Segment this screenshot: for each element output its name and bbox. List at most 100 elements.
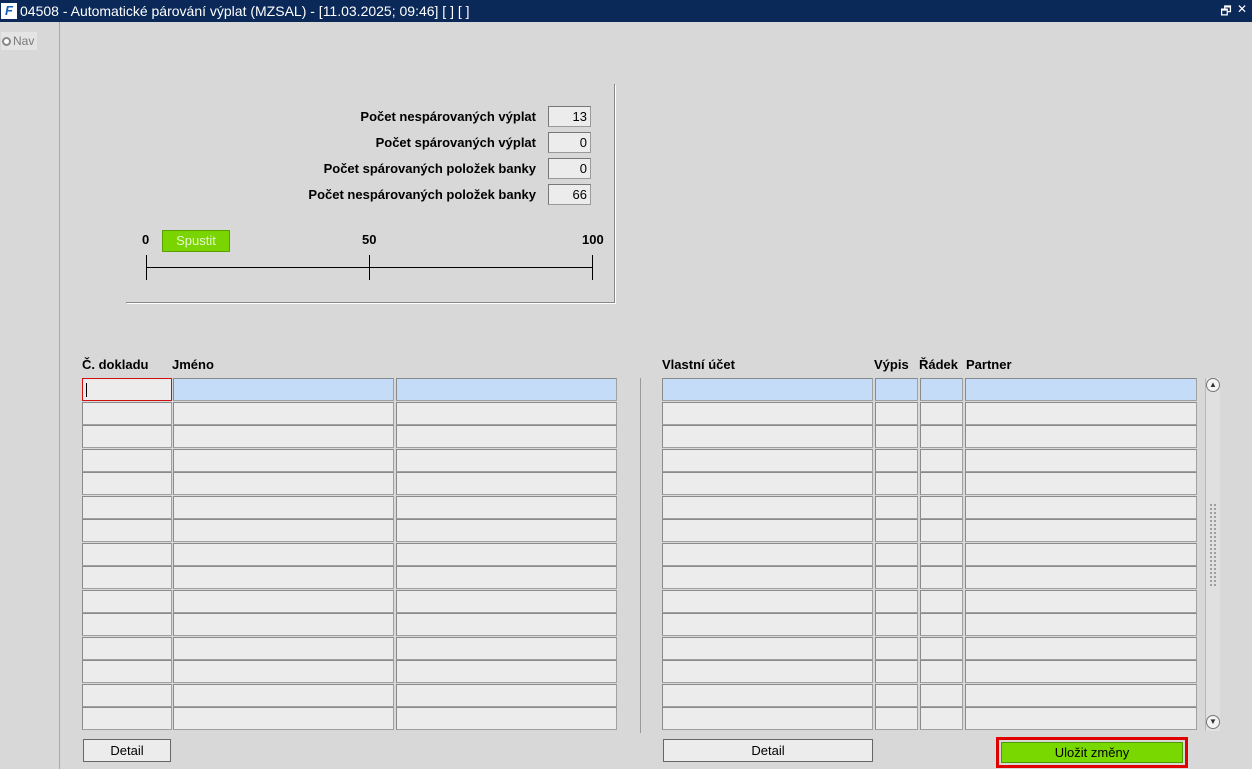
bank-items-cell-partner[interactable]	[965, 496, 1197, 519]
payouts-cell-name[interactable]	[173, 590, 394, 613]
bank-items-cell-own-account[interactable]	[662, 684, 873, 707]
payouts-cell-name-extra[interactable]	[396, 613, 617, 636]
payouts-cell-name[interactable]	[173, 707, 394, 730]
bank-items-cell-row[interactable]	[920, 707, 963, 730]
bank-items-cell-partner[interactable]	[965, 613, 1197, 636]
scroll-up-icon[interactable]: ▲	[1206, 378, 1220, 392]
bank-items-cell-statement[interactable]	[875, 566, 918, 589]
restore-icon[interactable]: 🗗	[1220, 2, 1232, 23]
bank-items-cell-own-account[interactable]	[662, 378, 873, 401]
bank-items-cell-partner[interactable]	[965, 543, 1197, 566]
bank-items-cell-statement[interactable]	[875, 684, 918, 707]
payouts-cell-document-number[interactable]	[82, 660, 172, 683]
bank-items-cell-row[interactable]	[920, 566, 963, 589]
payouts-cell-name[interactable]	[173, 402, 394, 425]
bank-items-cell-statement[interactable]	[875, 590, 918, 613]
payouts-cell-document-number[interactable]	[82, 449, 172, 472]
payouts-cell-name-extra[interactable]	[396, 707, 617, 730]
payouts-cell-name-extra[interactable]	[396, 590, 617, 613]
bank-items-cell-partner[interactable]	[965, 402, 1197, 425]
payouts-cell-name[interactable]	[173, 660, 394, 683]
navigator-tab[interactable]: Nav	[1, 32, 37, 50]
payouts-cell-document-number[interactable]	[82, 684, 172, 707]
bank-items-cell-statement[interactable]	[875, 425, 918, 448]
payouts-cell-name[interactable]	[173, 637, 394, 660]
bank-items-cell-statement[interactable]	[875, 496, 918, 519]
payouts-cell-name-extra[interactable]	[396, 402, 617, 425]
save-changes-button[interactable]: Uložit změny	[1001, 742, 1183, 763]
bank-items-cell-partner[interactable]	[965, 519, 1197, 542]
payouts-cell-name[interactable]	[173, 543, 394, 566]
bank-items-cell-own-account[interactable]	[662, 590, 873, 613]
payouts-cell-name-extra[interactable]	[396, 637, 617, 660]
bank-items-cell-row[interactable]	[920, 449, 963, 472]
payouts-cell-document-number[interactable]	[82, 637, 172, 660]
bank-items-cell-statement[interactable]	[875, 519, 918, 542]
payouts-cell-name-extra[interactable]	[396, 519, 617, 542]
payouts-cell-document-number[interactable]	[82, 566, 172, 589]
bank-items-cell-row[interactable]	[920, 613, 963, 636]
bank-items-cell-row[interactable]	[920, 660, 963, 683]
bank-items-cell-row[interactable]	[920, 519, 963, 542]
bank-items-cell-row[interactable]	[920, 637, 963, 660]
run-button[interactable]: Spustit	[162, 230, 230, 252]
bank-items-cell-row[interactable]	[920, 590, 963, 613]
payouts-cell-document-number[interactable]	[82, 496, 172, 519]
bank-items-cell-own-account[interactable]	[662, 566, 873, 589]
bank-items-cell-own-account[interactable]	[662, 543, 873, 566]
bank-items-cell-own-account[interactable]	[662, 660, 873, 683]
bank-items-scrollbar[interactable]: ▲ ▼	[1205, 378, 1220, 731]
bank-items-cell-partner[interactable]	[965, 425, 1197, 448]
bank-items-cell-own-account[interactable]	[662, 637, 873, 660]
bank-items-cell-row[interactable]	[920, 684, 963, 707]
bank-items-cell-row[interactable]	[920, 402, 963, 425]
bank-items-cell-row[interactable]	[920, 496, 963, 519]
bank-items-cell-statement[interactable]	[875, 660, 918, 683]
bank-items-cell-row[interactable]	[920, 472, 963, 495]
payouts-cell-name-extra[interactable]	[396, 496, 617, 519]
bank-items-cell-partner[interactable]	[965, 449, 1197, 472]
bank-items-cell-own-account[interactable]	[662, 449, 873, 472]
payouts-cell-name[interactable]	[173, 425, 394, 448]
bank-items-cell-own-account[interactable]	[662, 402, 873, 425]
bank-items-cell-statement[interactable]	[875, 543, 918, 566]
bank-items-cell-row[interactable]	[920, 378, 963, 401]
right-detail-button[interactable]: Detail	[663, 739, 873, 762]
payouts-cell-document-number[interactable]	[82, 543, 172, 566]
scroll-down-icon[interactable]: ▼	[1206, 715, 1220, 729]
bank-items-cell-row[interactable]	[920, 543, 963, 566]
bank-items-cell-own-account[interactable]	[662, 496, 873, 519]
payouts-cell-document-number[interactable]	[82, 402, 172, 425]
bank-items-cell-own-account[interactable]	[662, 613, 873, 636]
bank-items-cell-row[interactable]	[920, 425, 963, 448]
bank-items-cell-partner[interactable]	[965, 684, 1197, 707]
bank-items-cell-partner[interactable]	[965, 472, 1197, 495]
payouts-cell-name-extra[interactable]	[396, 425, 617, 448]
bank-items-cell-statement[interactable]	[875, 613, 918, 636]
payouts-cell-name[interactable]	[173, 378, 394, 401]
payouts-cell-name-extra[interactable]	[396, 449, 617, 472]
payouts-cell-name-extra[interactable]	[396, 660, 617, 683]
bank-items-cell-statement[interactable]	[875, 402, 918, 425]
payouts-cell-name-extra[interactable]	[396, 378, 617, 401]
payouts-cell-name[interactable]	[173, 519, 394, 542]
payouts-cell-name[interactable]	[173, 496, 394, 519]
bank-items-cell-statement[interactable]	[875, 472, 918, 495]
payouts-cell-name[interactable]	[173, 566, 394, 589]
payouts-cell-document-number[interactable]	[82, 590, 172, 613]
payouts-cell-name-extra[interactable]	[396, 472, 617, 495]
payouts-cell-name[interactable]	[173, 472, 394, 495]
payouts-cell-document-number[interactable]	[82, 472, 172, 495]
bank-items-cell-partner[interactable]	[965, 566, 1197, 589]
bank-items-cell-partner[interactable]	[965, 707, 1197, 730]
left-detail-button[interactable]: Detail	[83, 739, 171, 762]
scroll-grip[interactable]	[1209, 503, 1217, 588]
bank-items-cell-statement[interactable]	[875, 449, 918, 472]
payouts-cell-name[interactable]	[173, 684, 394, 707]
payouts-cell-document-number[interactable]	[82, 519, 172, 542]
bank-items-cell-statement[interactable]	[875, 378, 918, 401]
bank-items-cell-own-account[interactable]	[662, 519, 873, 542]
payouts-cell-name-extra[interactable]	[396, 684, 617, 707]
bank-items-cell-partner[interactable]	[965, 660, 1197, 683]
payouts-cell-name[interactable]	[173, 449, 394, 472]
